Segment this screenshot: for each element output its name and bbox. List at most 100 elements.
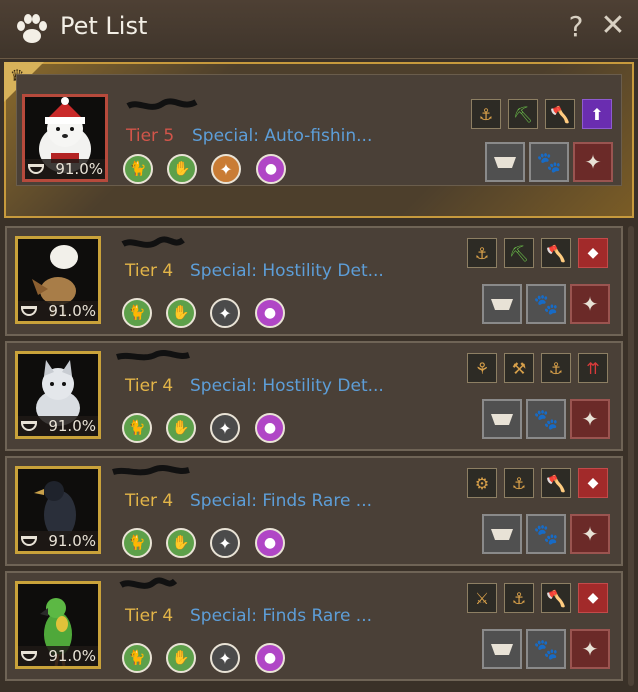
redacted-name: [126, 98, 198, 110]
pet-card[interactable]: 91.0% Tier 4 Special: Finds Rare ... 🐈 ✋…: [5, 571, 623, 681]
hunger-value: 91.0%: [55, 160, 103, 178]
feed-button[interactable]: [482, 514, 522, 554]
axe-rank-icon[interactable]: 🪓: [545, 99, 575, 129]
cat-skill-icon[interactable]: 🐈: [123, 154, 153, 184]
potion-skill-icon[interactable]: ●: [256, 154, 286, 184]
pet-card[interactable]: 91.0% Tier 4 Special: Hostility Det... 🐈…: [5, 226, 623, 336]
pet-info-button[interactable]: 🐾: [526, 629, 566, 669]
box-release-icon: ✦: [581, 292, 599, 316]
cat-skill-icon[interactable]: 🐈: [122, 643, 152, 673]
cat-skill-icon[interactable]: 🐈: [122, 298, 152, 328]
red-shield-icon[interactable]: ◆: [578, 468, 608, 498]
compass-skill-icon[interactable]: ✦: [210, 298, 240, 328]
pet-bowl-icon: [28, 164, 44, 174]
pet-card[interactable]: 91.0% Tier 4 Special: Finds Rare ... 🐈 ✋…: [5, 456, 623, 566]
hook-rank-icon[interactable]: ⚓: [467, 238, 497, 268]
paw-question-icon: 🐾: [533, 292, 559, 316]
paw-hand-skill-icon[interactable]: ✋: [167, 154, 197, 184]
paw-question-icon: 🐾: [536, 150, 562, 174]
pet-info-button[interactable]: 🐾: [529, 142, 569, 182]
pet-info-button[interactable]: 🐾: [526, 399, 566, 439]
paw-question-icon: 🐾: [533, 522, 559, 546]
redacted-name: [116, 350, 190, 361]
pet-special: Special: Hostility Det...: [190, 376, 384, 396]
feed-bowl-icon: [491, 414, 513, 425]
compass-skill-icon[interactable]: ✦: [211, 154, 241, 184]
box-release-icon: ✦: [581, 407, 599, 431]
hunger-display: 91.0%: [18, 531, 98, 551]
compass-skill-icon[interactable]: ✦: [210, 528, 240, 558]
pet-portrait[interactable]: 91.0%: [15, 351, 101, 439]
hook-rank-icon[interactable]: ⚓: [504, 583, 534, 613]
paw-hand-skill-icon[interactable]: ✋: [166, 413, 196, 443]
release-pet-button[interactable]: ✦: [570, 284, 610, 324]
hunger-display: 91.0%: [25, 159, 105, 179]
wheat-rank-icon[interactable]: ⚘: [467, 353, 497, 383]
pet-portrait[interactable]: 91.0%: [15, 236, 101, 324]
release-pet-button[interactable]: ✦: [573, 142, 613, 182]
feed-bowl-icon: [491, 644, 513, 655]
compass-skill-icon[interactable]: ✦: [210, 413, 240, 443]
pet-portrait[interactable]: 91.0%: [22, 94, 108, 182]
paw-question-icon: 🐾: [533, 407, 559, 431]
red-shield-icon[interactable]: ◆: [578, 238, 608, 268]
cat-skill-icon[interactable]: 🐈: [122, 413, 152, 443]
redacted-name: [121, 236, 185, 248]
cat-skill-icon[interactable]: 🐈: [122, 528, 152, 558]
pet-bowl-icon: [21, 536, 37, 546]
hunger-display: 91.0%: [18, 416, 98, 436]
scrollbar[interactable]: [628, 226, 634, 686]
paw-hand-skill-icon[interactable]: ✋: [166, 643, 196, 673]
help-button[interactable]: ?: [564, 10, 588, 43]
shovel-rank-icon[interactable]: ⚔: [467, 583, 497, 613]
box-release-icon: ✦: [584, 150, 602, 174]
hammer-icon[interactable]: ⚒: [504, 353, 534, 383]
paw-icon: [17, 14, 47, 43]
carriage-icon[interactable]: ⚙: [467, 468, 497, 498]
close-button[interactable]: ✕: [598, 8, 628, 43]
axe-rank-icon[interactable]: 🪓: [541, 238, 571, 268]
pet-info-button[interactable]: 🐾: [526, 514, 566, 554]
pet-bowl-icon: [21, 421, 37, 431]
pickaxe-icon[interactable]: ⛏: [504, 238, 534, 268]
pet-portrait[interactable]: 91.0%: [15, 466, 101, 554]
person-up-icon[interactable]: ⬆: [582, 99, 612, 129]
release-pet-button[interactable]: ✦: [570, 629, 610, 669]
paw-hand-skill-icon[interactable]: ✋: [166, 528, 196, 558]
release-pet-button[interactable]: ✦: [570, 399, 610, 439]
compass-skill-icon[interactable]: ✦: [210, 643, 240, 673]
potion-skill-icon[interactable]: ●: [255, 643, 285, 673]
pet-card-featured[interactable]: ♛ 91.0% Tier 5 Special: Auto-fishin... 🐈…: [4, 62, 634, 218]
feed-button[interactable]: [482, 284, 522, 324]
feed-button[interactable]: [485, 142, 525, 182]
hook-rank-icon[interactable]: ⚓: [541, 353, 571, 383]
feed-button[interactable]: [482, 399, 522, 439]
redacted-name: [112, 465, 190, 476]
arrows-up-icon[interactable]: ⇈: [578, 353, 608, 383]
hook-rank-icon[interactable]: ⚓: [504, 468, 534, 498]
pet-tier: Tier 4: [125, 491, 174, 511]
pet-bowl-icon: [21, 306, 37, 316]
axe-rank-icon[interactable]: 🪓: [541, 468, 571, 498]
pet-card[interactable]: 91.0% Tier 4 Special: Hostility Det... 🐈…: [5, 341, 623, 451]
pet-special: Special: Auto-fishin...: [192, 126, 373, 146]
pickaxe-rank-icon[interactable]: ⛏: [508, 99, 538, 129]
pet-tier: Tier 4: [125, 606, 174, 626]
potion-skill-icon[interactable]: ●: [255, 528, 285, 558]
hook-rank-icon[interactable]: ⚓: [471, 99, 501, 129]
pet-bowl-icon: [21, 651, 37, 661]
pet-info-button[interactable]: 🐾: [526, 284, 566, 324]
hunger-display: 91.0%: [18, 646, 98, 666]
redacted-name: [119, 577, 177, 589]
pet-special: Special: Finds Rare ...: [190, 606, 373, 626]
hunger-value: 91.0%: [48, 647, 96, 665]
potion-skill-icon[interactable]: ●: [255, 413, 285, 443]
potion-skill-icon[interactable]: ●: [255, 298, 285, 328]
paw-hand-skill-icon[interactable]: ✋: [166, 298, 196, 328]
pet-portrait[interactable]: 91.0%: [15, 581, 101, 669]
red-shield-icon[interactable]: ◆: [578, 583, 608, 613]
paw-question-icon: 🐾: [533, 637, 559, 661]
feed-button[interactable]: [482, 629, 522, 669]
axe-rank-icon[interactable]: 🪓: [541, 583, 571, 613]
release-pet-button[interactable]: ✦: [570, 514, 610, 554]
